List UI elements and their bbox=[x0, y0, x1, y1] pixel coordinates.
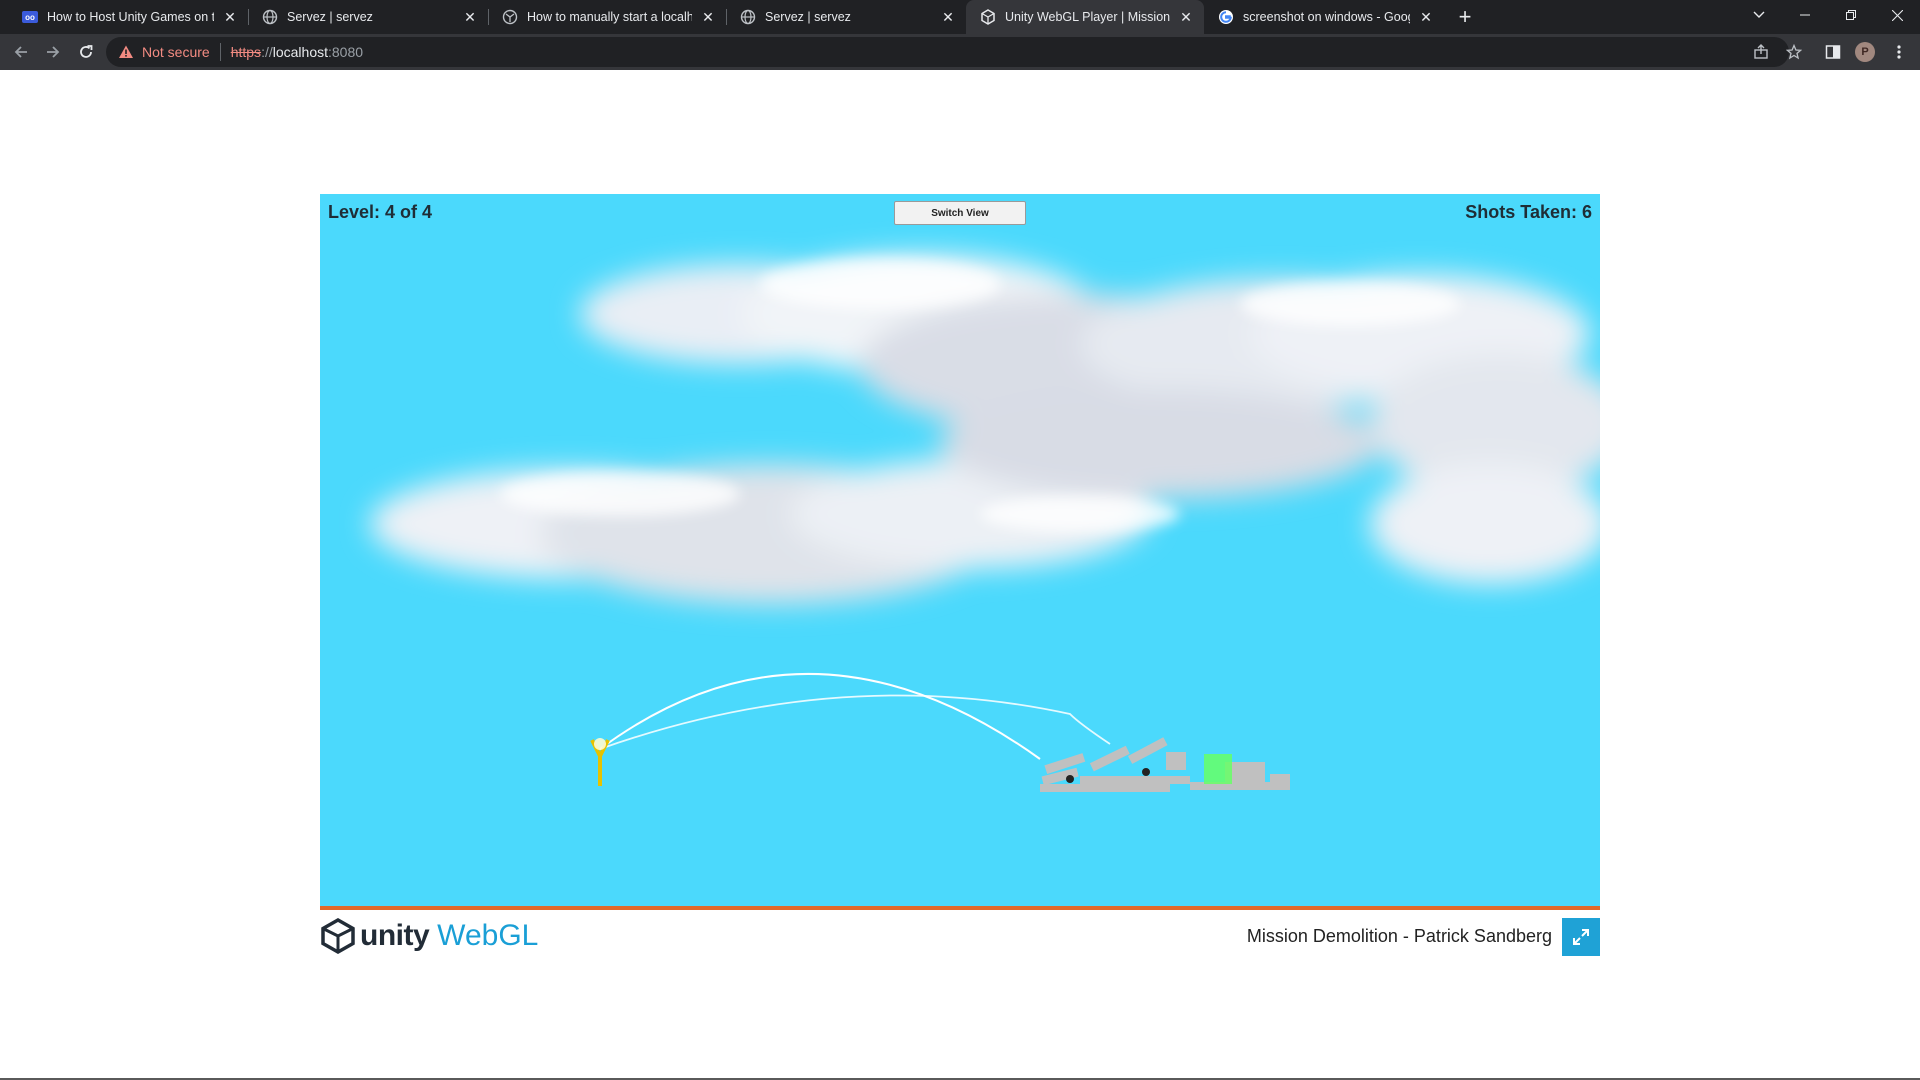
side-panel-button[interactable] bbox=[1821, 40, 1845, 64]
logo-webgl-text: WebGL bbox=[437, 919, 539, 952]
close-icon[interactable]: ✕ bbox=[1418, 9, 1434, 25]
tab-manual-localhost[interactable]: How to manually start a localhost ✕ bbox=[488, 0, 726, 34]
game-credit: Mission Demolition - Patrick Sandberg bbox=[1246, 926, 1552, 946]
minimize-button[interactable] bbox=[1782, 0, 1828, 30]
close-icon[interactable]: ✕ bbox=[1178, 9, 1194, 25]
globe-icon bbox=[262, 9, 278, 25]
unity-logo-icon bbox=[321, 918, 355, 954]
tab-search-button[interactable] bbox=[1736, 0, 1782, 30]
svg-text:oo: oo bbox=[25, 13, 35, 22]
unity-icon bbox=[980, 9, 996, 25]
minimize-icon bbox=[1800, 14, 1810, 16]
restore-icon bbox=[1846, 10, 1856, 20]
back-button[interactable] bbox=[9, 40, 33, 64]
window-close-button[interactable] bbox=[1874, 0, 1920, 30]
logo-unity-text: unity bbox=[360, 919, 430, 952]
fullscreen-button[interactable] bbox=[1562, 918, 1600, 956]
google-icon bbox=[1218, 9, 1234, 25]
url-scheme: https bbox=[230, 44, 262, 60]
close-icon[interactable]: ✕ bbox=[222, 9, 238, 25]
forward-arrow-icon bbox=[47, 46, 60, 58]
menu-button[interactable] bbox=[1887, 40, 1911, 64]
browser-toolbar: Not secure https://localhost:8080 P bbox=[0, 34, 1920, 70]
profile-avatar[interactable]: P bbox=[1855, 42, 1875, 62]
tab-title: screenshot on windows - Google bbox=[1243, 10, 1410, 24]
tab-servez-1[interactable]: Servez | servez ✕ bbox=[248, 0, 488, 34]
slingshot bbox=[590, 738, 610, 786]
castle-structure bbox=[1040, 737, 1290, 792]
projectile-trail bbox=[599, 672, 1041, 760]
star-icon bbox=[1786, 44, 1802, 60]
network-icon bbox=[502, 9, 518, 25]
url-separator: :// bbox=[261, 44, 273, 60]
tab-screenshot-windows-google[interactable]: screenshot on windows - Google ✕ bbox=[1204, 0, 1444, 34]
forward-button[interactable] bbox=[41, 40, 65, 64]
tab-title: Servez | servez bbox=[287, 10, 373, 24]
kebab-menu-icon bbox=[1897, 45, 1901, 59]
codepen-icon: oo bbox=[22, 9, 38, 25]
goal-zone bbox=[1204, 754, 1232, 784]
tab-title: How to manually start a localhost bbox=[527, 10, 692, 24]
share-icon bbox=[1754, 44, 1768, 59]
cannonball bbox=[1066, 775, 1074, 783]
close-icon[interactable]: ✕ bbox=[940, 9, 956, 25]
tab-title: How to Host Unity Games on the bbox=[47, 10, 214, 24]
fullscreen-icon bbox=[1573, 929, 1589, 945]
close-icon bbox=[1891, 9, 1903, 21]
webgl-footer: unity WebGL Mission Demolition - Patrick… bbox=[320, 910, 1600, 960]
bookmark-button[interactable] bbox=[1782, 40, 1806, 64]
security-label[interactable]: Not secure bbox=[142, 44, 210, 60]
tab-title: Unity WebGL Player | Mission De bbox=[1005, 10, 1170, 24]
url-port: :8080 bbox=[328, 44, 364, 60]
reload-icon bbox=[80, 45, 93, 58]
tab-strip: oo How to Host Unity Games on the ✕ Serv… bbox=[0, 0, 1920, 34]
url-host: localhost bbox=[272, 44, 328, 60]
back-arrow-icon bbox=[14, 46, 27, 58]
shots-counter: Shots Taken: 6 bbox=[1465, 202, 1592, 222]
divider bbox=[219, 43, 221, 61]
warning-icon[interactable] bbox=[118, 44, 134, 60]
close-icon[interactable]: ✕ bbox=[462, 9, 478, 25]
share-button[interactable] bbox=[1749, 40, 1773, 64]
address-bar[interactable]: Not secure https://localhost:8080 bbox=[106, 37, 1789, 67]
tab-host-unity-games[interactable]: oo How to Host Unity Games on the ✕ bbox=[8, 0, 248, 34]
new-tab-button[interactable]: + bbox=[1453, 4, 1477, 29]
switch-view-button[interactable]: Switch View bbox=[894, 201, 1026, 225]
reload-button[interactable] bbox=[74, 40, 98, 64]
side-panel-icon bbox=[1825, 45, 1841, 59]
game-scene bbox=[370, 254, 1600, 792]
chevron-down-icon bbox=[1753, 11, 1765, 18]
restore-button[interactable] bbox=[1828, 0, 1874, 30]
game-canvas[interactable]: Level: 4 of 4 Switch View Shots Taken: 6 bbox=[320, 194, 1600, 910]
close-icon[interactable]: ✕ bbox=[700, 9, 716, 25]
unity-webgl-logo: unity WebGL bbox=[320, 916, 538, 956]
tab-title: Servez | servez bbox=[765, 10, 851, 24]
globe-icon bbox=[740, 9, 756, 25]
cannonball bbox=[1142, 768, 1150, 776]
level-indicator: Level: 4 of 4 bbox=[328, 202, 433, 222]
tab-unity-webgl-player[interactable]: Unity WebGL Player | Mission De ✕ bbox=[966, 0, 1204, 34]
tab-servez-2[interactable]: Servez | servez ✕ bbox=[726, 0, 966, 34]
